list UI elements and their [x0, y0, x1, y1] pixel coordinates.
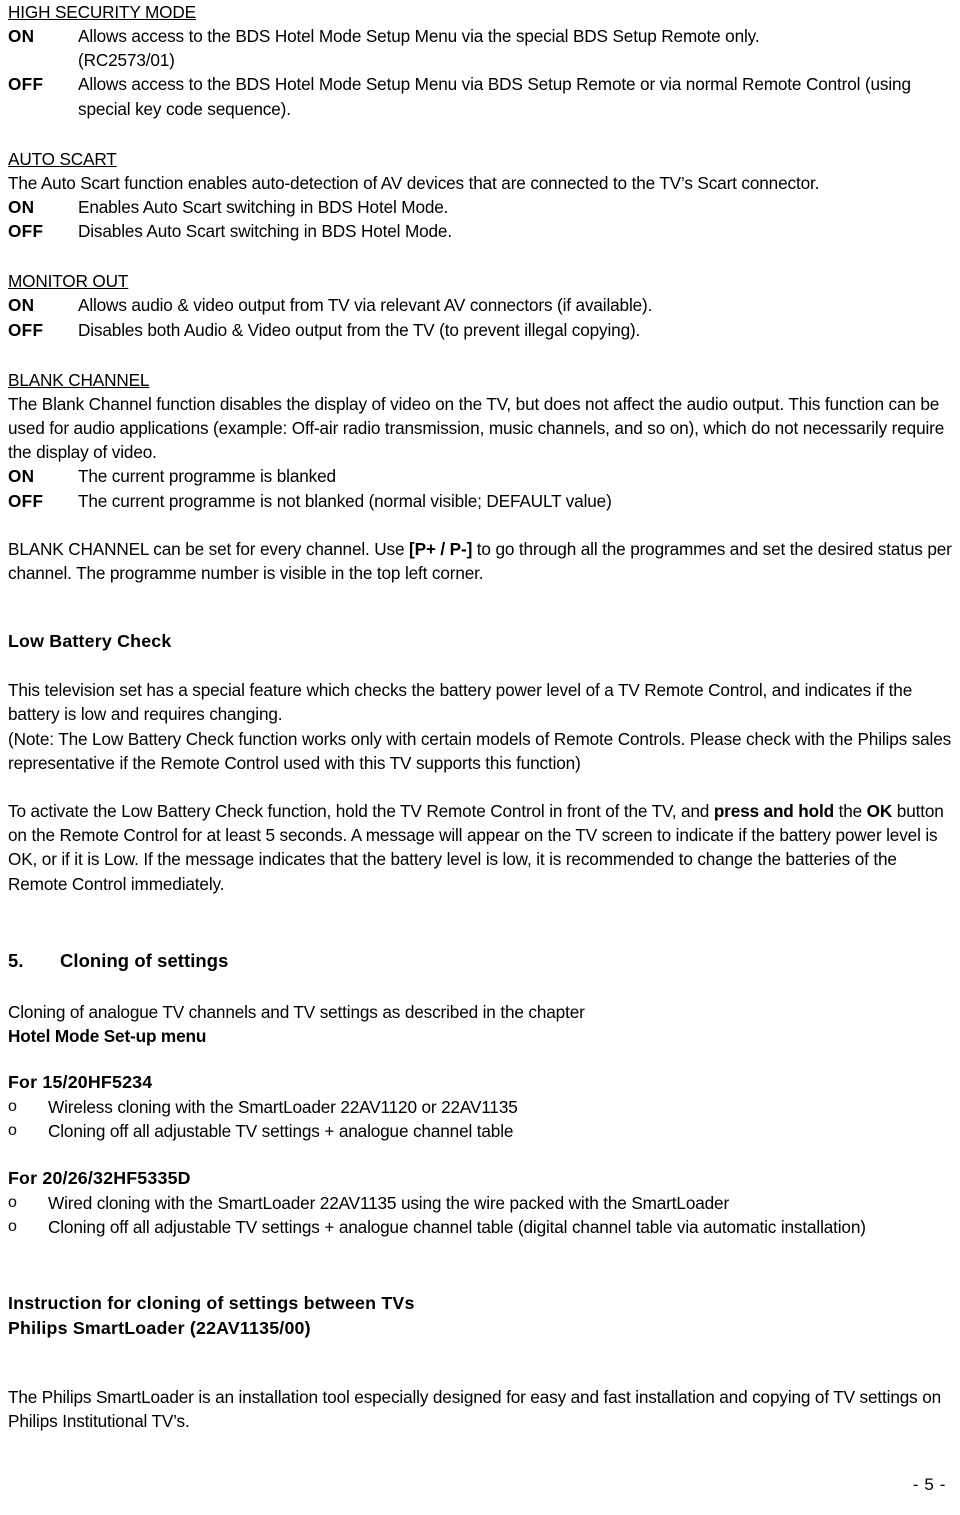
section-monitor-out: MONITOR OUT ON Allows audio & video outp…: [8, 269, 952, 341]
list-item: o Wired cloning with the SmartLoader 22A…: [8, 1191, 952, 1215]
section-blank-channel: BLANK CHANNEL The Blank Channel function…: [8, 368, 952, 585]
onoff-label-off: OFF: [8, 319, 44, 340]
cloning-instruction-line1: Instruction for cloning of settings betw…: [8, 1293, 415, 1314]
cloning-closing-paragraph: The Philips SmartLoader is an installati…: [8, 1387, 942, 1432]
section-heading-low-battery-check: Low Battery Check: [8, 631, 172, 652]
onoff-description-on: Enables Auto Scart switching in BDS Hote…: [78, 197, 449, 218]
cloning-intro-line1: Cloning of analogue TV channels and TV s…: [8, 1001, 585, 1022]
onoff-row-on: ON The current programme is blanked: [8, 464, 952, 488]
list-item-text: Cloning off all adjustable TV settings +…: [48, 1121, 514, 1142]
low-battery-paragraph-2: (Note: The Low Battery Check function wo…: [8, 728, 952, 773]
blank-channel-note-keys: [P+ / P-]: [409, 538, 473, 559]
onoff-label-off: OFF: [8, 490, 44, 511]
auto-scart-intro: The Auto Scart function enables auto-det…: [8, 172, 820, 193]
bullet-circle-icon: o: [8, 1217, 17, 1235]
list-item-text: Wireless cloning with the SmartLoader 22…: [48, 1097, 518, 1118]
section-heading-blank-channel: BLANK CHANNEL: [8, 369, 150, 390]
section-heading-high-security-mode: HIGH SECURITY MODE: [8, 2, 196, 22]
bullet-circle-icon: o: [8, 1122, 17, 1140]
onoff-row-off: OFF Disables both Audio & Video output f…: [8, 318, 952, 342]
bullet-circle-icon: o: [8, 1098, 17, 1116]
low-battery-paragraph-3: To activate the Low Battery Check functi…: [8, 799, 952, 896]
cloning-group1-heading: For 15/20HF5234: [8, 1072, 153, 1093]
list-item-text: Cloning off all adjustable TV settings +…: [48, 1216, 866, 1237]
document-page: HIGH SECURITY MODE ON Allows access to t…: [0, 0, 960, 1515]
section-heading-cloning: 5. Cloning of settings: [8, 948, 952, 974]
onoff-row-on: ON Allows access to the BDS Hotel Mode S…: [8, 24, 952, 48]
section-auto-scart: AUTO SCART The Auto Scart function enabl…: [8, 147, 952, 244]
onoff-row-off: OFF Allows access to the BDS Hotel Mode …: [8, 72, 952, 120]
blank-channel-intro: The Blank Channel function disables the …: [8, 393, 945, 463]
onoff-description-on-line2: (RC2573/01): [78, 50, 175, 71]
list-item-text: Wired cloning with the SmartLoader 22AV1…: [48, 1192, 730, 1213]
low-battery-p3-bold-ok: OK: [866, 801, 893, 822]
low-battery-paragraph-1: This television set has a special featur…: [8, 680, 913, 725]
onoff-description-off: Allows access to the BDS Hotel Mode Setu…: [78, 74, 911, 119]
section-cloning-of-settings: 5. Cloning of settings Cloning of analogu…: [8, 948, 952, 1434]
onoff-label-on: ON: [8, 26, 35, 46]
cloning-group2-list: o Wired cloning with the SmartLoader 22A…: [8, 1191, 952, 1239]
section-heading-auto-scart: AUTO SCART: [8, 148, 117, 169]
onoff-description-on: Allows access to the BDS Hotel Mode Setu…: [78, 26, 760, 46]
onoff-row-off: OFF The current programme is not blanked…: [8, 489, 952, 513]
low-battery-p3-bold-press-and-hold: press and hold: [713, 801, 834, 822]
onoff-description-off: The current programme is not blanked (no…: [78, 490, 612, 511]
onoff-label-on: ON: [8, 295, 35, 316]
onoff-label-on: ON: [8, 197, 35, 218]
onoff-label-off: OFF: [8, 74, 44, 95]
low-battery-p3-part1: To activate the Low Battery Check functi…: [8, 801, 714, 822]
section-heading-monitor-out: MONITOR OUT: [8, 271, 129, 292]
onoff-label-off: OFF: [8, 221, 44, 242]
bullet-circle-icon: o: [8, 1193, 17, 1211]
low-battery-p3-part2: the: [833, 801, 867, 822]
cloning-intro-line2: Hotel Mode Set-up menu: [8, 1026, 207, 1047]
section-title-cloning: Cloning of settings: [60, 949, 229, 971]
blank-channel-note: BLANK CHANNEL can be set for every chann…: [8, 537, 952, 585]
section-high-security-mode: HIGH SECURITY MODE ON Allows access to t…: [8, 0, 952, 121]
onoff-row-on: ON Enables Auto Scart switching in BDS H…: [8, 195, 952, 219]
onoff-label-on: ON: [8, 466, 35, 487]
section-number-cloning: 5.: [8, 949, 24, 971]
onoff-row-on: ON Allows audio & video output from TV v…: [8, 293, 952, 317]
onoff-description-off: Disables both Audio & Video output from …: [78, 319, 641, 340]
cloning-group2-heading: For 20/26/32HF5335D: [8, 1167, 191, 1188]
onoff-row-off: OFF Disables Auto Scart switching in BDS…: [8, 219, 952, 243]
onoff-description-on: The current programme is blanked: [78, 466, 336, 487]
onoff-description-off: Disables Auto Scart switching in BDS Hot…: [78, 221, 452, 242]
page-number: - 5 -: [912, 1474, 946, 1494]
list-item: o Wireless cloning with the SmartLoader …: [8, 1095, 952, 1119]
list-item: o Cloning off all adjustable TV settings…: [8, 1119, 952, 1143]
section-low-battery-check: Low Battery Check This television set ha…: [8, 629, 952, 896]
blank-channel-note-part1: BLANK CHANNEL can be set for every chann…: [8, 538, 410, 559]
cloning-group1-list: o Wireless cloning with the SmartLoader …: [8, 1095, 952, 1143]
onoff-description-on: Allows audio & video output from TV via …: [78, 295, 653, 316]
cloning-instruction-line2: Philips SmartLoader (22AV1135/00): [8, 1318, 311, 1339]
list-item: o Cloning off all adjustable TV settings…: [8, 1215, 952, 1239]
